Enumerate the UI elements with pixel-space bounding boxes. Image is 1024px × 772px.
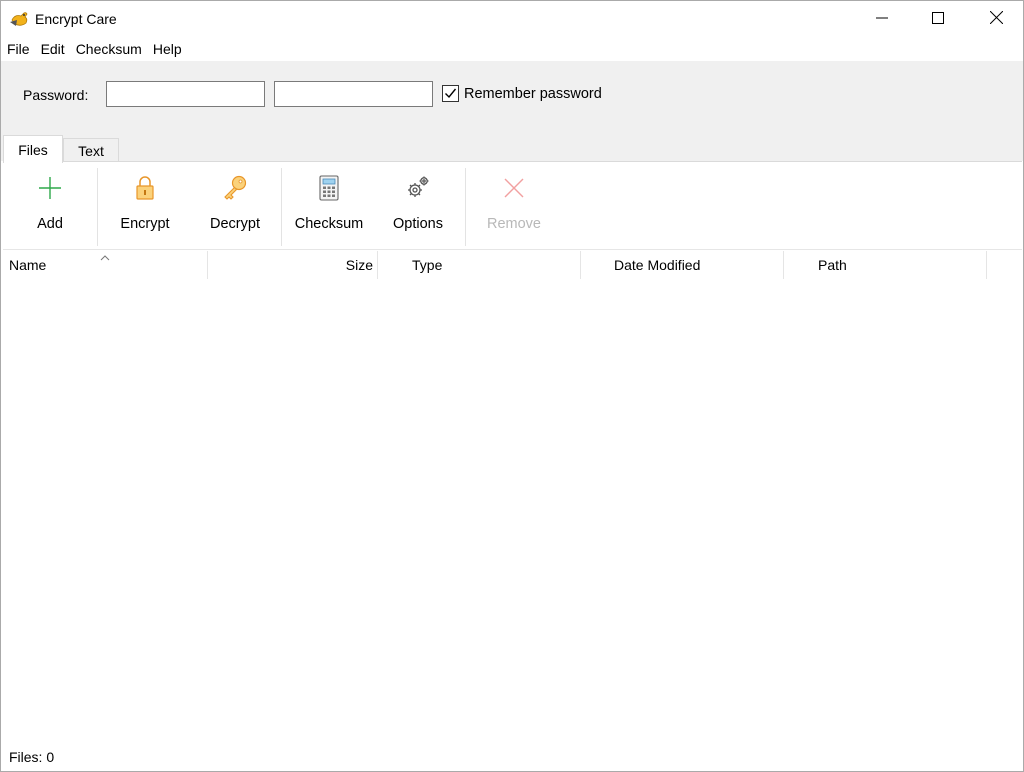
gears-icon [404,174,432,202]
options-button[interactable]: Options [383,162,453,250]
column-date-label: Date Modified [614,257,701,273]
file-count-status: Files: 0 [9,749,55,765]
add-label: Add [37,216,63,232]
remember-password-checkbox[interactable]: Remember password [442,85,602,102]
encrypt-button[interactable]: Encrypt [108,162,182,250]
menu-bar: File Edit Checksum Help [1,37,1023,61]
confirm-password-input[interactable] [274,81,433,107]
column-type-label: Type [412,257,443,273]
window-title: Encrypt Care [35,11,117,27]
tab-text[interactable]: Text [63,138,119,162]
menu-checksum[interactable]: Checksum [76,41,142,57]
column-size-label: Size [345,257,373,273]
password-input[interactable] [106,81,265,107]
x-icon [500,174,528,202]
minimize-button[interactable] [853,1,911,37]
tab-files-label: Files [18,141,48,158]
menu-help[interactable]: Help [153,41,182,57]
checksum-button[interactable]: Checksum [290,162,368,250]
options-label: Options [393,216,443,232]
password-panel: Password: Remember password [1,61,1023,161]
toolbar: Add Encrypt Decrypt Checksum Options Rem… [3,161,1022,250]
app-window: Encrypt Care File Edit Checksum Help Pas… [0,0,1024,772]
remember-password-label: Remember password [464,85,602,102]
column-header-name[interactable]: Name [3,251,208,279]
encrypt-label: Encrypt [120,216,170,232]
calculator-icon [315,174,343,202]
decrypt-label: Decrypt [210,216,260,232]
key-icon [221,174,249,202]
column-header-size[interactable]: Size [208,251,378,279]
file-list-header: Name Size Type Date Modified Path [3,251,1022,279]
lock-icon [131,174,159,202]
sort-ascending-icon [100,249,110,265]
checkbox-box[interactable] [442,85,459,102]
remove-label: Remove [487,216,541,232]
maximize-icon [932,11,944,28]
status-bar: Files: 0 [1,743,1023,771]
title-bar[interactable]: Encrypt Care [1,1,1023,37]
add-button[interactable]: Add [15,162,85,250]
column-header-path[interactable]: Path [784,251,987,279]
tab-files[interactable]: Files [3,135,63,163]
plus-icon [36,174,64,202]
tab-text-label: Text [78,142,104,159]
column-header-date-modified[interactable]: Date Modified [581,251,784,279]
close-icon [989,10,1003,28]
toolbar-separator [281,168,282,246]
menu-edit[interactable]: Edit [41,41,65,57]
menu-file[interactable]: File [7,41,30,57]
toolbar-separator [97,168,98,246]
app-logo-icon [9,8,31,30]
checkmark-icon [445,88,457,99]
column-header-type[interactable]: Type [378,251,581,279]
maximize-button[interactable] [909,1,967,37]
close-button[interactable] [967,1,1023,37]
remove-button[interactable]: Remove [478,162,550,250]
checksum-label: Checksum [294,216,364,232]
toolbar-separator [465,168,466,246]
minimize-icon [876,11,888,28]
file-list[interactable] [3,279,1022,739]
decrypt-button[interactable]: Decrypt [198,162,272,250]
column-path-label: Path [818,257,847,273]
password-label: Password: [23,87,89,103]
column-name-label: Name [9,257,47,273]
